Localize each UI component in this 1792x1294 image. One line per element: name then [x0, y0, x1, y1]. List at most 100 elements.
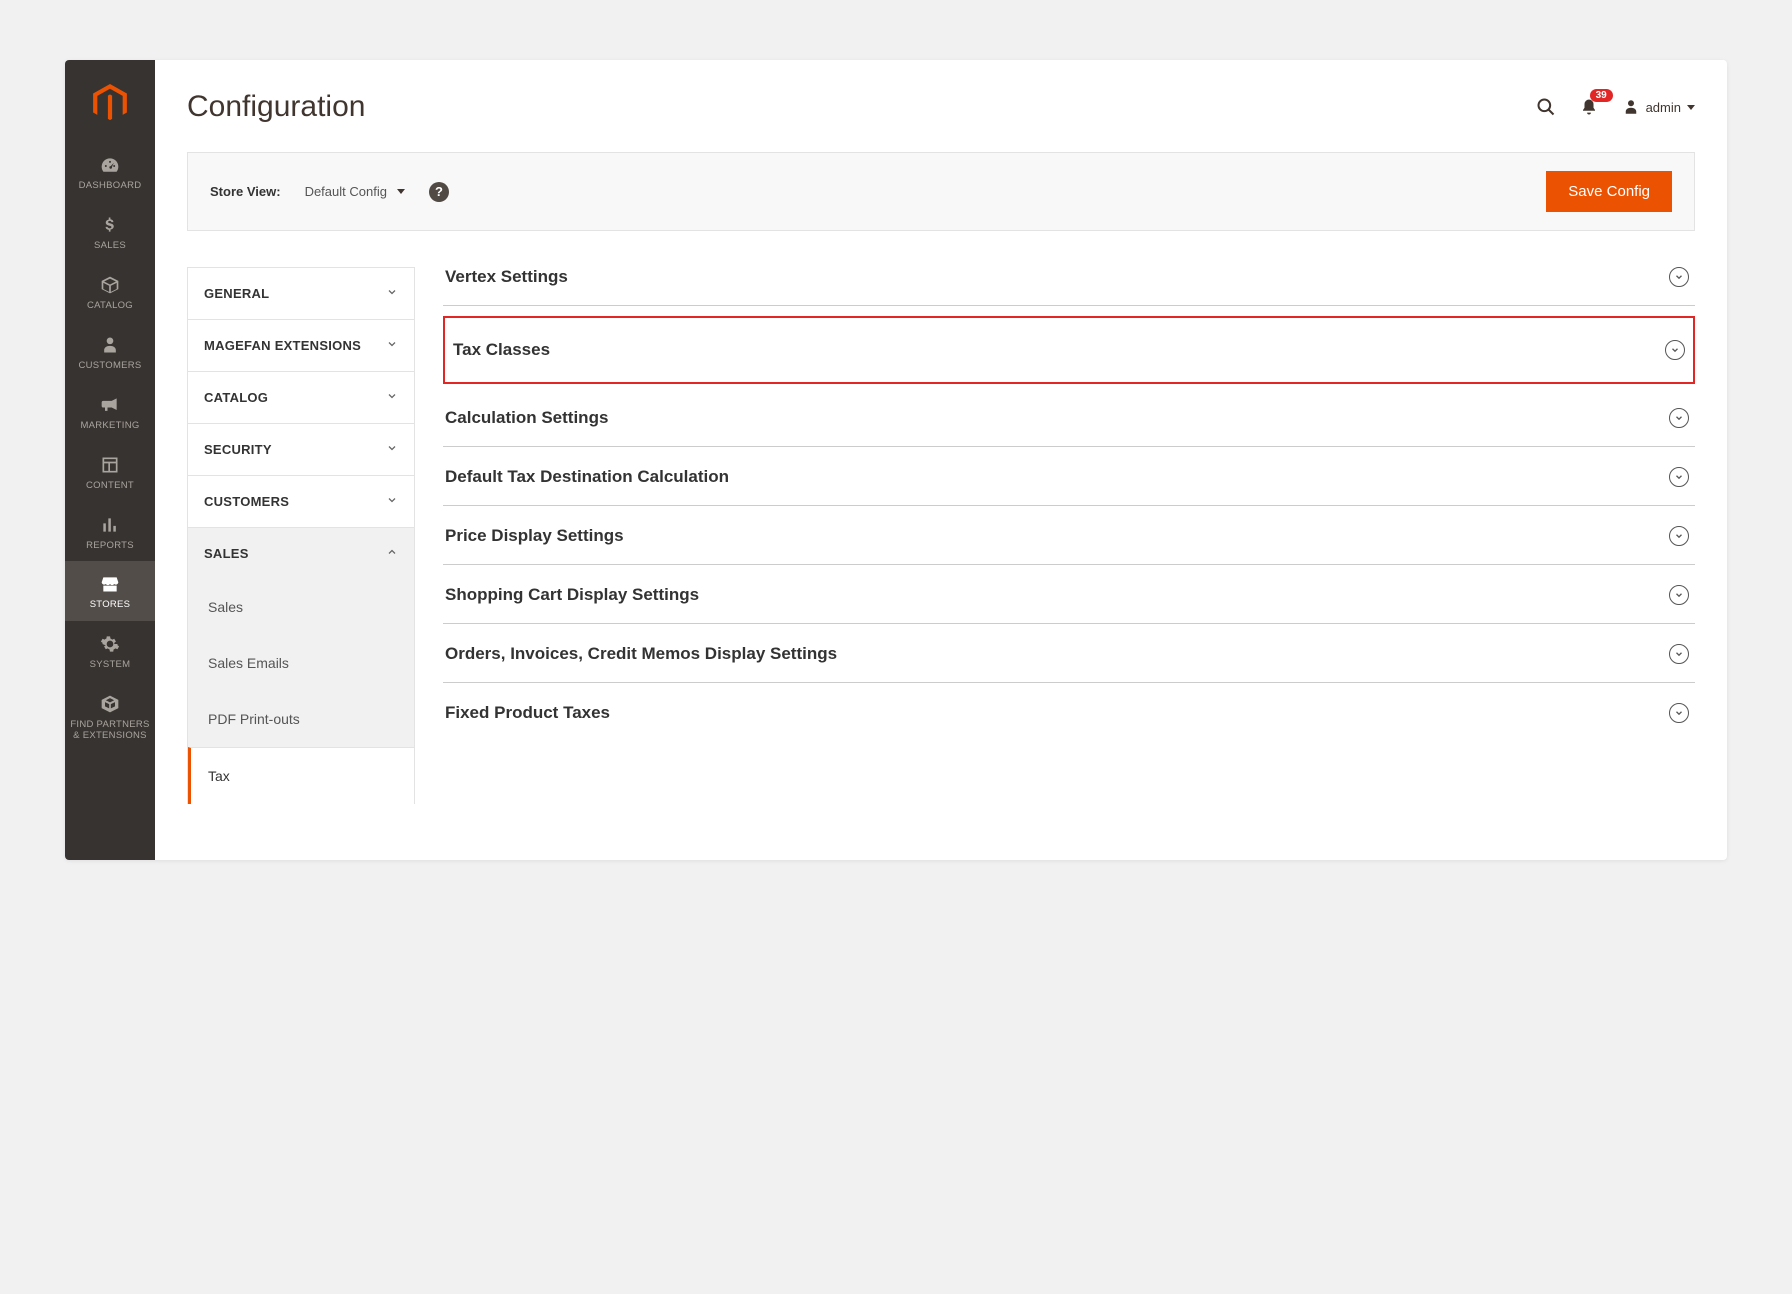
gauge-icon [98, 154, 122, 176]
page-header: Configuration 39 admin [187, 60, 1695, 152]
expand-circle-icon [1669, 267, 1689, 287]
main-content: Configuration 39 admin Store View: [155, 60, 1727, 860]
tab-label: MAGEFAN EXTENSIONS [204, 338, 361, 353]
store-view-value: Default Config [305, 184, 387, 199]
help-icon[interactable]: ? [429, 182, 449, 202]
nav-customers[interactable]: CUSTOMERS [65, 322, 155, 382]
storefront-icon [98, 573, 122, 595]
chevron-up-icon [386, 546, 398, 561]
tab-label: SALES [204, 546, 249, 561]
chevron-down-icon [386, 442, 398, 457]
section-default-tax-destination[interactable]: Default Tax Destination Calculation [443, 447, 1695, 506]
gear-icon [98, 633, 122, 655]
person-icon [98, 334, 122, 356]
expand-circle-icon [1669, 408, 1689, 428]
nav-partners[interactable]: FIND PARTNERS & EXTENSIONS [65, 681, 155, 752]
section-orders-invoices[interactable]: Orders, Invoices, Credit Memos Display S… [443, 624, 1695, 683]
tab-label: CATALOG [204, 390, 268, 405]
megaphone-icon [98, 394, 122, 416]
config-tabs: GENERAL MAGEFAN EXTENSIONS CATALOG SECUR… [187, 267, 415, 804]
expand-circle-icon [1669, 585, 1689, 605]
subtab-pdf[interactable]: PDF Print-outs [188, 691, 414, 747]
section-label: Vertex Settings [445, 267, 568, 287]
chevron-down-icon [386, 494, 398, 509]
nav-label: MARKETING [80, 421, 139, 432]
section-tax-classes[interactable]: Tax Classes [443, 316, 1695, 384]
tab-sales[interactable]: SALES [187, 527, 415, 579]
chevron-down-icon [386, 338, 398, 353]
nav-catalog[interactable]: CATALOG [65, 262, 155, 322]
save-config-button[interactable]: Save Config [1546, 171, 1672, 212]
section-label: Default Tax Destination Calculation [445, 467, 729, 487]
chevron-down-icon [1687, 105, 1695, 110]
nav-stores[interactable]: STORES [65, 561, 155, 621]
section-price-display[interactable]: Price Display Settings [443, 506, 1695, 565]
section-calculation-settings[interactable]: Calculation Settings [443, 388, 1695, 447]
nav-marketing[interactable]: MARKETING [65, 382, 155, 442]
section-label: Price Display Settings [445, 526, 624, 546]
subtab-tax[interactable]: Tax [188, 747, 414, 804]
chevron-down-icon [397, 189, 405, 194]
tab-catalog[interactable]: CATALOG [187, 371, 415, 423]
username: admin [1646, 100, 1681, 115]
nav-label: DASHBOARD [79, 181, 142, 192]
section-label: Tax Classes [453, 340, 550, 360]
section-label: Fixed Product Taxes [445, 703, 610, 723]
nav-sales[interactable]: SALES [65, 202, 155, 262]
chevron-down-icon [386, 390, 398, 405]
header-tools: 39 admin [1536, 97, 1695, 117]
store-view-selector[interactable]: Default Config [305, 184, 405, 199]
layout-icon [98, 454, 122, 476]
tab-label: SECURITY [204, 442, 272, 457]
expand-circle-icon [1669, 703, 1689, 723]
store-view-left: Store View: Default Config ? [210, 182, 449, 202]
notifications-button[interactable]: 39 [1580, 97, 1598, 117]
tab-label: CUSTOMERS [204, 494, 289, 509]
tab-label: GENERAL [204, 286, 269, 301]
subtab-sales-emails[interactable]: Sales Emails [188, 635, 414, 691]
nav-label: CONTENT [86, 481, 134, 492]
search-icon[interactable] [1536, 97, 1556, 117]
admin-sidebar: DASHBOARD SALES CATALOG CUSTOMERS MARKET… [65, 60, 155, 860]
app-container: DASHBOARD SALES CATALOG CUSTOMERS MARKET… [65, 60, 1727, 860]
bars-icon [98, 514, 122, 536]
nav-label: REPORTS [86, 541, 134, 552]
nav-reports[interactable]: REPORTS [65, 502, 155, 562]
section-fixed-product-taxes[interactable]: Fixed Product Taxes [443, 683, 1695, 741]
nav-content[interactable]: CONTENT [65, 442, 155, 502]
section-label: Shopping Cart Display Settings [445, 585, 699, 605]
nav-label: CUSTOMERS [78, 361, 141, 372]
nav-dashboard[interactable]: DASHBOARD [65, 142, 155, 202]
config-body: GENERAL MAGEFAN EXTENSIONS CATALOG SECUR… [187, 267, 1695, 804]
magento-logo-icon[interactable] [89, 82, 131, 124]
nav-label: CATALOG [87, 301, 133, 312]
chevron-down-icon [386, 286, 398, 301]
nav-label: SYSTEM [90, 660, 131, 671]
tab-general[interactable]: GENERAL [187, 267, 415, 319]
box-icon [98, 274, 122, 296]
section-vertex-settings[interactable]: Vertex Settings [443, 267, 1695, 306]
config-sections: Vertex Settings Tax Classes Calculation … [415, 267, 1695, 804]
dollar-icon [98, 214, 122, 236]
page-title: Configuration [187, 90, 365, 124]
nav-label: FIND PARTNERS & EXTENSIONS [69, 720, 151, 742]
expand-circle-icon [1665, 340, 1685, 360]
nav-label: SALES [94, 241, 126, 252]
store-view-label: Store View: [210, 184, 281, 199]
tab-security[interactable]: SECURITY [187, 423, 415, 475]
notification-badge: 39 [1590, 89, 1613, 102]
expand-circle-icon [1669, 644, 1689, 664]
user-menu[interactable]: admin [1622, 98, 1695, 116]
sales-sublist: Sales Sales Emails PDF Print-outs Tax [187, 579, 415, 804]
nav-system[interactable]: SYSTEM [65, 621, 155, 681]
section-cart-display[interactable]: Shopping Cart Display Settings [443, 565, 1695, 624]
subtab-sales[interactable]: Sales [188, 579, 414, 635]
nav-label: STORES [90, 600, 131, 611]
expand-circle-icon [1669, 526, 1689, 546]
tab-magefan[interactable]: MAGEFAN EXTENSIONS [187, 319, 415, 371]
section-label: Calculation Settings [445, 408, 608, 428]
tab-customers[interactable]: CUSTOMERS [187, 475, 415, 527]
puzzle-icon [98, 693, 122, 715]
expand-circle-icon [1669, 467, 1689, 487]
store-view-bar: Store View: Default Config ? Save Config [187, 152, 1695, 231]
